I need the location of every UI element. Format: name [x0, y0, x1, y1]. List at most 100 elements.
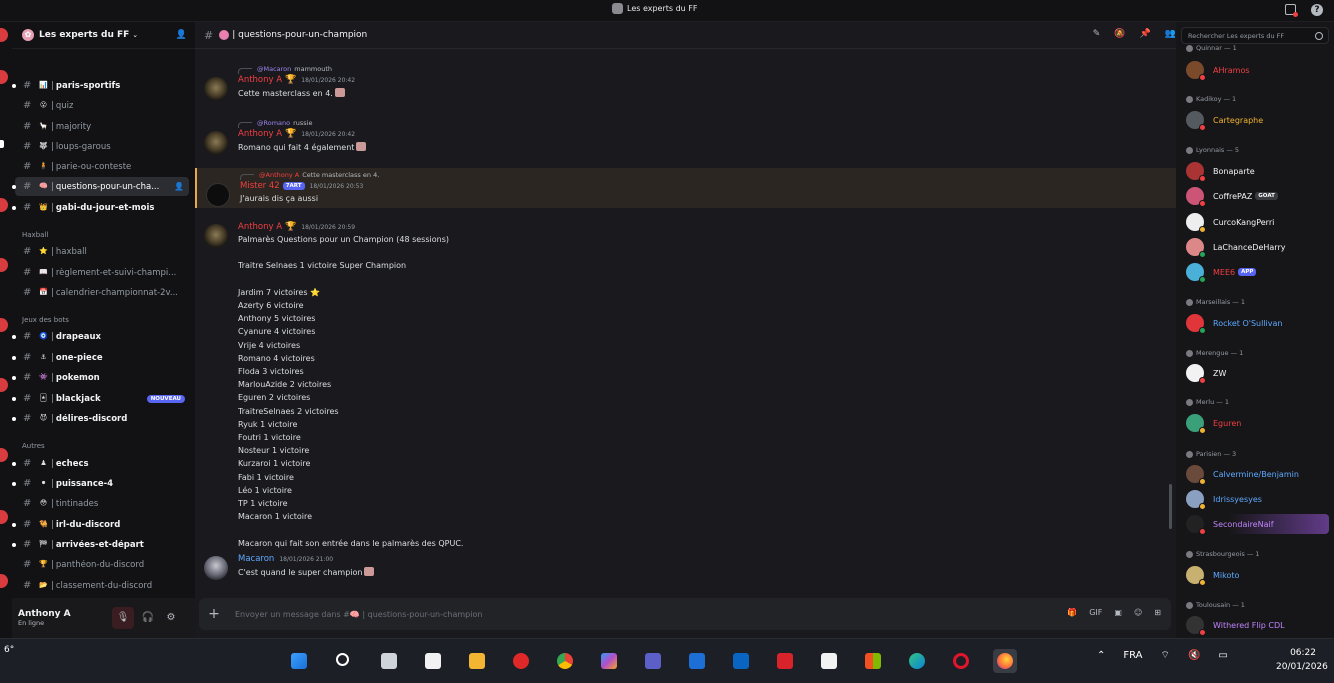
channel-item[interactable]: # 🦙 | majority	[15, 117, 189, 136]
channel-item[interactable]: # 🧍 | parie-ou-conteste	[15, 157, 189, 176]
sticker-icon[interactable]: ▣	[1114, 608, 1122, 617]
member-item[interactable]: SecondaireNaif	[1186, 514, 1329, 535]
server-notification-dot[interactable]	[0, 574, 8, 588]
member-item[interactable]: Cartegraphe	[1186, 110, 1263, 131]
server-notification-dot[interactable]	[0, 510, 8, 524]
server-notification-dot[interactable]	[0, 198, 8, 212]
firefox-app[interactable]	[993, 649, 1017, 673]
volume-muted-icon[interactable]: 🔇	[1188, 650, 1200, 661]
channel-item[interactable]: # 🐫 | irl-du-discord	[12, 515, 189, 534]
channel-item[interactable]: # ⭐ | haxball	[15, 242, 189, 261]
reply-preview[interactable]: @Romano russie	[238, 118, 313, 128]
channel-item[interactable]: # 👑 | gabi-du-jour-et-mois	[12, 198, 189, 217]
start-button[interactable]	[287, 649, 311, 673]
apps-icon[interactable]: ⊞	[1154, 608, 1161, 617]
help-icon[interactable]: ?	[1311, 4, 1323, 16]
message[interactable]: Macaron 18/01/2026 21:00 C'est quand le su…	[195, 554, 1176, 593]
member-item[interactable]: AHramos	[1186, 60, 1250, 81]
weather-widget[interactable]: 6°	[4, 645, 14, 655]
chrome-app[interactable]	[553, 649, 577, 673]
member-item[interactable]: ZW	[1186, 363, 1226, 384]
record-app[interactable]	[509, 649, 533, 673]
avatar[interactable]	[206, 183, 230, 207]
channel-item[interactable]: # 😳 | tintinades	[15, 494, 189, 513]
channel-item[interactable]: # 📊 | paris-sportifs	[12, 76, 189, 95]
channel-item[interactable]: # 🏁 | arrivées-et-départ	[12, 535, 189, 554]
server-notification-dot[interactable]	[0, 448, 8, 462]
inbox-icon[interactable]	[1285, 4, 1298, 17]
member-item[interactable]: CoffrePAZ GOAT	[1186, 186, 1278, 207]
wifi-icon[interactable]: ⌔	[1161, 649, 1170, 662]
reply-author[interactable]: @Anthony A	[259, 171, 299, 179]
gif-icon[interactable]: GIF	[1089, 608, 1102, 617]
member-item[interactable]: Mikoto	[1186, 565, 1239, 586]
member-item[interactable]: Bonaparte	[1186, 161, 1255, 182]
channel-item[interactable]: # 📖 | règlement-et-suivi-champi...	[15, 263, 189, 282]
author-name[interactable]: Anthony A	[238, 129, 282, 139]
channel-category[interactable]: Jeux des bots	[22, 316, 69, 324]
m365-app[interactable]	[597, 649, 621, 673]
mic-muted-icon[interactable]: 🎙	[112, 607, 134, 629]
channel-item[interactable]: # 🧿 | drapeaux	[12, 327, 189, 346]
member-item[interactable]: CurcoKangPerri	[1186, 212, 1274, 233]
avatar[interactable]	[204, 131, 228, 155]
channel-item[interactable]: # 🧠 | questions-pour-un-cha... 👤	[12, 177, 189, 196]
author-name[interactable]: Macaron	[238, 554, 274, 564]
user-name[interactable]: Anthony A	[18, 609, 71, 619]
message[interactable]: @Macaron mammouth Anthony A 🏆 18/01/2026 20:…	[195, 62, 1176, 101]
server-notification-dot[interactable]	[0, 70, 8, 84]
channel-item[interactable]: # 🏆 | panthéon-du-discord	[15, 555, 189, 574]
member-item[interactable]: MEE6 APP	[1186, 262, 1257, 283]
server-notification-dot[interactable]	[0, 318, 8, 332]
file-explorer-app[interactable]	[465, 649, 489, 673]
gear-icon[interactable]: ⚙	[160, 607, 182, 629]
message-composer[interactable]: + Envoyer un message dans #🧠 | questions…	[199, 598, 1171, 630]
channel-item[interactable]: # 😮 | quiz	[15, 96, 189, 115]
clock[interactable]: 06:22 20/01/2026	[1276, 646, 1328, 674]
reply-author[interactable]: @Macaron	[257, 65, 291, 73]
language-indicator[interactable]: FRA	[1123, 650, 1142, 661]
member-item[interactable]: Eguren	[1186, 413, 1241, 434]
server-notification-dot[interactable]	[0, 28, 8, 42]
channel-item[interactable]: # ♟ | echecs	[12, 454, 189, 473]
message[interactable]: @Anthony A Cette masterclass en 4. Mister …	[195, 168, 1176, 208]
member-item[interactable]: Idrissyesyes	[1186, 489, 1262, 510]
task-view-button[interactable]	[377, 649, 401, 673]
reply-author[interactable]: @Romano	[257, 119, 290, 127]
invite-icon[interactable]: 👤	[174, 182, 184, 191]
member-item[interactable]: Withered Flip CDL	[1186, 615, 1285, 636]
edge-app[interactable]	[905, 649, 929, 673]
add-user-icon[interactable]: 👤	[176, 30, 187, 40]
channel-item[interactable]: # 😈 | délires-discord	[12, 409, 189, 428]
gift-icon[interactable]: 🎁	[1067, 608, 1077, 617]
author-name[interactable]: Anthony A	[238, 75, 282, 85]
scrollbar[interactable]	[1169, 484, 1172, 529]
channel-item[interactable]: # 🐺 | loups-garous	[15, 137, 189, 156]
server-header[interactable]: ✿ Les experts du FF ⌄ 👤	[12, 22, 195, 49]
avatar[interactable]	[204, 77, 228, 101]
battery-icon[interactable]: ▭	[1218, 650, 1227, 661]
tlc-app[interactable]	[773, 649, 797, 673]
channel-category[interactable]: Haxball	[22, 231, 48, 239]
author-name[interactable]: Mister 42	[240, 181, 280, 191]
pin-icon[interactable]: 📌	[1140, 29, 1151, 39]
threads-icon[interactable]: ✎	[1093, 29, 1101, 39]
channel-category[interactable]: Autres	[22, 442, 45, 450]
add-attachment-icon[interactable]: +	[207, 607, 221, 621]
reply-preview[interactable]: @Macaron mammouth	[238, 64, 332, 74]
member-item[interactable]: Rocket O'Sullivan	[1186, 313, 1282, 334]
notepad-app[interactable]	[421, 649, 445, 673]
reply-preview[interactable]: @Anthony A Cette masterclass en 4.	[240, 170, 379, 180]
member-search-input[interactable]: Rechercher Les experts du FF	[1181, 27, 1329, 44]
search-button[interactable]	[332, 649, 356, 673]
emoji-icon[interactable]: ☺	[1134, 608, 1142, 617]
opera-app[interactable]	[949, 649, 973, 673]
teams-app[interactable]	[641, 649, 665, 673]
headset-icon[interactable]: 🎧	[137, 607, 159, 629]
channel-item[interactable]: # 👾 | pokemon	[12, 368, 189, 387]
chevron-up-icon[interactable]: ⌃	[1097, 650, 1105, 661]
avatar[interactable]	[204, 556, 228, 580]
server-notification-dot[interactable]	[0, 378, 8, 392]
notification-bell-icon[interactable]: 🔕	[1114, 29, 1125, 39]
member-list-icon[interactable]: 👥	[1165, 29, 1176, 39]
